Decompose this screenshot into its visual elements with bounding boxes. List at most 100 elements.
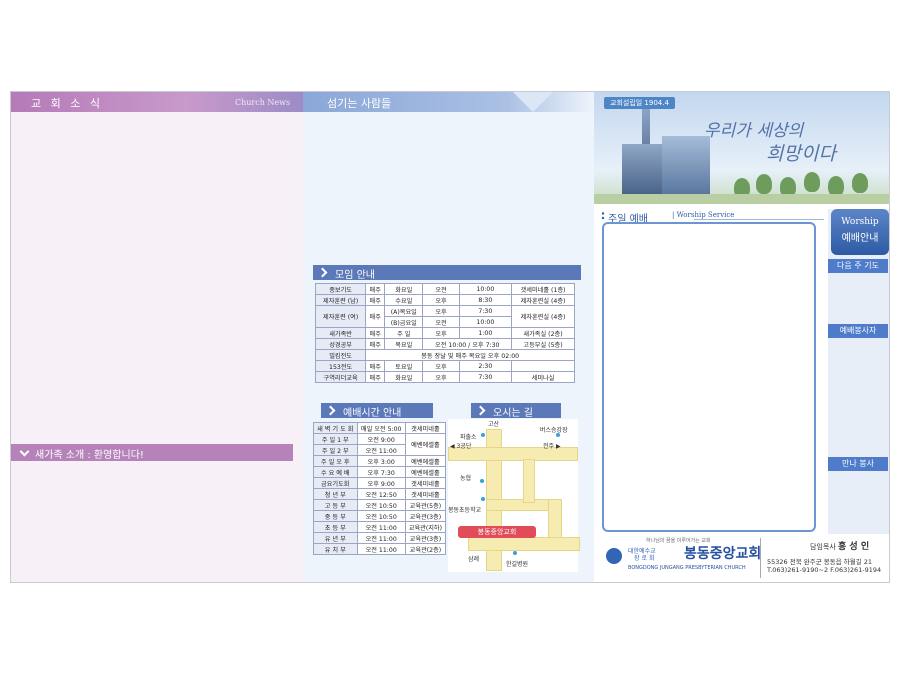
- table-cell: (B)금요일: [384, 316, 424, 328]
- table-cell: (A)목요일: [384, 305, 424, 317]
- table-row: 성경공부 매주 목요일 오전 10:00 / 오후 7:30 고등부실 (5층): [314, 338, 575, 350]
- map-label-samgongdan: ◀ 3공단: [450, 443, 472, 450]
- church-building: [622, 144, 662, 194]
- map-label-nonghyup: 농협: [460, 475, 472, 482]
- table-cell: 오후: [422, 327, 460, 339]
- table-cell: 예벤에셀홀: [404, 455, 447, 467]
- table-row: 밀킴전도 봉동 장날 및 매주 목요일 오후 02:00: [314, 349, 575, 361]
- tree-icon: [828, 176, 844, 196]
- pastor-name: 홍 성 인: [838, 542, 870, 552]
- table-cell: 새 벽 기 도 회: [313, 422, 358, 434]
- table-cell: 교육관(2층): [404, 543, 447, 555]
- bullet-dots-icon: [601, 212, 605, 220]
- church-news-header: 교 회 소 식 Church News: [11, 92, 303, 112]
- table-cell: 오후: [422, 360, 460, 372]
- worship-guide-button[interactable]: Worship 예배안내: [831, 209, 889, 255]
- table-cell: 2:30: [458, 360, 513, 372]
- table-cell: 오전 11:00: [356, 532, 406, 544]
- worship-times-header: 예배시간 안내: [321, 403, 433, 419]
- map-road: [468, 537, 580, 551]
- next-week-prayer-label: 다음 주 기도: [828, 259, 888, 273]
- table-cell: 고등부실 (5층): [511, 338, 575, 350]
- church-name: 봉동중앙교회: [684, 546, 762, 562]
- map-label-jeonju: 전주 ▶: [543, 443, 561, 450]
- location-dot-icon: [556, 433, 560, 437]
- arrow-icon: [325, 405, 336, 416]
- table-cell: 8:30: [458, 294, 513, 306]
- church-phone: T.063)261-9190~2 F.063)261-9194: [767, 566, 882, 574]
- directions-header: 오시는 길: [471, 403, 561, 419]
- table-cell: 목요일: [384, 338, 424, 350]
- location-dot-icon: [480, 479, 484, 483]
- check-icon: [19, 446, 30, 457]
- table-cell: 주 일: [384, 327, 424, 339]
- table-cell: 오후 7:30: [356, 466, 406, 478]
- table-cell: 오후: [422, 294, 460, 306]
- table-cell: 제자훈련 (여): [314, 305, 367, 328]
- table-row: 153전도 매주 토요일 오후 2:30: [314, 360, 575, 372]
- table-cell: 중 등 부: [313, 510, 358, 522]
- table-cell: 7:30: [458, 371, 513, 383]
- church-news-title: 교 회 소 식: [31, 97, 103, 110]
- table-cell: 고 등 부: [313, 499, 358, 511]
- servants-panel: 섬기는 사람들 모임 안내 중보기도 매주 화요일 오전 10:00 갯세미네홀…: [303, 92, 594, 582]
- table-cell: 매주: [365, 305, 386, 328]
- table-cell: 교육관(3층): [404, 532, 447, 544]
- table-row: 새가족반 매주 주 일 오후 1:00 새가족실 (2층): [314, 327, 575, 339]
- table-cell: 유 년 부: [313, 532, 358, 544]
- map-label-hospital: 한길병원: [506, 561, 529, 568]
- table-cell: 새가족반: [314, 327, 367, 339]
- table-cell: 수 요 예 배: [313, 466, 358, 478]
- new-family-bar: 새가족 소개 : 환영합니다!: [11, 444, 293, 461]
- table-row: 제자훈련 (남) 매주 수요일 오후 8:30 제자훈련실 (4층): [314, 294, 575, 306]
- meetings-table: 중보기도 매주 화요일 오전 10:00 갯세미네홀 (1층) 제자훈련 (남)…: [314, 283, 575, 383]
- table-cell: 오전: [422, 316, 460, 328]
- table-cell: 금요기도회: [313, 477, 358, 489]
- table-cell: 밀킴전도: [314, 349, 367, 361]
- table-cell: 교육관(3층): [404, 510, 447, 522]
- church-building: [662, 136, 710, 194]
- table-cell: 오전 11:00: [356, 521, 406, 533]
- table-cell: 오전 9:00: [356, 433, 406, 445]
- table-cell: 갯세미네홀: [404, 488, 447, 500]
- table-cell: 매주: [365, 360, 386, 372]
- table-cell: 매주: [365, 338, 386, 350]
- table-cell: 10:00: [458, 283, 513, 295]
- table-cell: 매주: [365, 327, 386, 339]
- worship-times-table: 새 벽 기 도 회 매일 오전 5:00 갯세미네홀 주 일 1 부 오전 9:00 예…: [313, 422, 447, 555]
- table-cell: 오전 10:00 / 오후 7:30: [422, 338, 513, 350]
- table-cell: 성경공부: [314, 338, 367, 350]
- table-cell: 오후: [422, 371, 460, 383]
- table-cell: 매주: [365, 283, 386, 295]
- church-address: 55326 전북 완주군 봉동읍 하월길 21: [767, 558, 873, 566]
- church-footer: 하나님의 꿈을 이루어가는 교회 대한예수교 장로회 봉동중앙교회 BONGDO…: [594, 534, 889, 582]
- table-cell: 예벤에셀홀: [404, 466, 447, 478]
- table-row: 제자훈련 (여) 매주 (A)목요일 오후 7:30 제자훈련실 (4층): [314, 305, 575, 328]
- church-name-en: BONGDONG JUNGANG PRESBYTERIAN CHURCH: [628, 565, 746, 571]
- church-news-subtitle: Church News: [235, 98, 291, 107]
- slogan-line-1: 우리가 세상의: [704, 121, 804, 141]
- arrow-icon: [475, 405, 486, 416]
- founded-badge: 교회설립일 1904.4: [604, 97, 675, 109]
- meetings-title: 모임 안내: [335, 270, 375, 281]
- worship-servers-label: 예배봉사자: [828, 324, 888, 338]
- table-cell: 제자훈련실 (4층): [511, 305, 575, 328]
- tree-icon: [804, 172, 820, 192]
- location-dot-icon: [481, 497, 485, 501]
- servants-title: 섬기는 사람들: [327, 97, 392, 110]
- table-cell: 오후 9:00: [356, 477, 406, 489]
- table-cell: 7:30: [458, 305, 513, 317]
- table-row: 주 일 1 부 오전 9:00 예벤에셀홀: [313, 433, 447, 456]
- table-row: 청 년 부 오전 12:50 갯세미네홀: [313, 488, 447, 500]
- location-dot-icon: [481, 433, 485, 437]
- table-cell: 1:00: [458, 327, 513, 339]
- table-cell: 세미나실: [511, 371, 575, 383]
- pastor: 담임목사 홍 성 인: [810, 539, 869, 552]
- table-cell: 주 일 1 부: [313, 433, 358, 445]
- header-decoration: [513, 92, 553, 112]
- slogan-line-2: 희망이다: [766, 143, 836, 165]
- table-cell: 오전: [422, 283, 460, 295]
- table-cell: 갯세미네홀 (1층): [511, 283, 575, 295]
- table-cell: 오전 12:50: [356, 488, 406, 500]
- table-row: 구역리더교육 매주 화요일 오후 7:30 세미나실: [314, 371, 575, 383]
